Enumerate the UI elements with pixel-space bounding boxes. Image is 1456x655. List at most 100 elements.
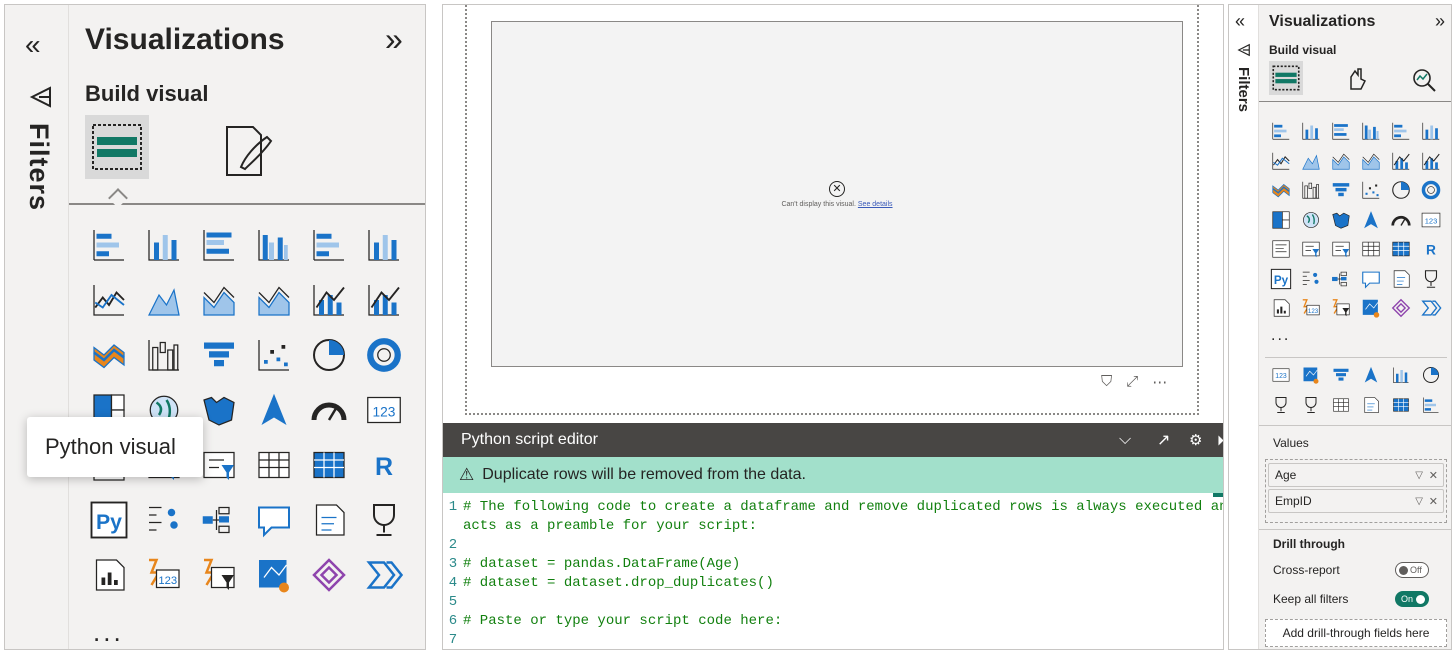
donut-chart-icon[interactable]: [362, 333, 406, 377]
format-visual-icon-small[interactable]: [1345, 67, 1369, 91]
decomposition-tree-icon[interactable]: [1329, 267, 1353, 291]
stacked-bar-chart-icon[interactable]: [1269, 119, 1293, 143]
goals-metrics-icon[interactable]: [362, 498, 406, 542]
power-automate-icon[interactable]: [307, 553, 351, 597]
more-visuals-small[interactable]: ...: [1271, 327, 1290, 345]
chevron-down-icon[interactable]: ▽: [1415, 496, 1423, 507]
run-script-icon[interactable]: ⏵: [1217, 432, 1223, 449]
cross-report-toggle[interactable]: Off: [1395, 562, 1429, 578]
pie-chart-icon[interactable]: [1389, 178, 1413, 202]
clustered-bar-chart-icon[interactable]: [197, 223, 241, 267]
stacked-column-chart-icon[interactable]: [142, 223, 186, 267]
treemap-icon[interactable]: [1269, 208, 1293, 232]
100-stacked-column-chart-icon[interactable]: [362, 223, 406, 267]
visual-filter-icon[interactable]: ⛉: [1101, 373, 1112, 391]
key-influencers-icon[interactable]: [142, 498, 186, 542]
custom-chart-a-icon[interactable]: [1419, 363, 1443, 387]
slicer-icon[interactable]: [1299, 237, 1323, 261]
close-warning-icon[interactable]: ✕: [1221, 465, 1223, 486]
tornado-chart-icon[interactable]: [1359, 363, 1383, 387]
100-stacked-column-chart-icon[interactable]: [1419, 119, 1443, 143]
azure-map-icon[interactable]: [1359, 208, 1383, 232]
remove-field-icon[interactable]: ✕: [1429, 495, 1438, 508]
card-icon[interactable]: 123: [362, 388, 406, 432]
calendar-heatmap-icon[interactable]: [1389, 393, 1413, 417]
code-line[interactable]: 3 # dataset = pandas.DataFrame(Age): [443, 556, 740, 575]
r-script-visual-icon[interactable]: R: [362, 443, 406, 487]
kpi-icon[interactable]: [1269, 237, 1293, 261]
100-stacked-bar-chart-icon[interactable]: [307, 223, 351, 267]
python-visual-placeholder[interactable]: ✕ Can't display this visual. See details: [491, 21, 1183, 367]
filters-pane-collapsed-small[interactable]: « Filters: [1229, 5, 1259, 649]
power-card-icon[interactable]: 123: [142, 553, 186, 597]
stacked-area-chart-icon[interactable]: [1329, 149, 1353, 173]
qa-visual-icon[interactable]: [252, 498, 296, 542]
power-automate-icon[interactable]: [1389, 296, 1413, 320]
100-stacked-area-chart-icon[interactable]: [1359, 149, 1383, 173]
goals-metrics-icon[interactable]: [1419, 267, 1443, 291]
gauge-icon[interactable]: [1389, 208, 1413, 232]
stacked-bar-chart-icon[interactable]: [87, 223, 131, 267]
gantt-chart-icon[interactable]: [1329, 363, 1353, 387]
line-stacked-column-chart-icon[interactable]: [1389, 149, 1413, 173]
editor-scroll-indicator[interactable]: [1213, 493, 1223, 497]
multi-row-slicer-icon[interactable]: [197, 443, 241, 487]
ribbon-chart-icon[interactable]: [87, 333, 131, 377]
filled-map-icon[interactable]: [197, 388, 241, 432]
more-options-icon[interactable]: ⋯: [1152, 373, 1167, 391]
power-slicer-icon[interactable]: [1329, 296, 1353, 320]
format-visual-tab[interactable]: [219, 123, 275, 179]
line-stacked-column-chart-icon[interactable]: [307, 278, 351, 322]
python-visual-icon[interactable]: Py: [87, 498, 131, 542]
code-editor[interactable]: 1 # The following code to create a datafr…: [443, 495, 1223, 649]
collapse-right-icon[interactable]: »: [385, 21, 403, 58]
table-icon[interactable]: [252, 443, 296, 487]
line-chart-icon[interactable]: [1269, 149, 1293, 173]
clustered-bar-chart-icon[interactable]: [1329, 119, 1353, 143]
pie-chart-icon[interactable]: [307, 333, 351, 377]
qa-visual-icon[interactable]: [1359, 267, 1383, 291]
field-empid[interactable]: EmpID ▽ ✕: [1268, 489, 1444, 513]
key-influencers-icon[interactable]: [1299, 267, 1323, 291]
code-line[interactable]: 1 # The following code to create a datafr…: [443, 499, 1223, 518]
table-icon[interactable]: [1359, 237, 1383, 261]
multi-row-slicer-icon[interactable]: [1329, 237, 1353, 261]
matrix-icon[interactable]: [307, 443, 351, 487]
funnel-chart-icon[interactable]: [1329, 178, 1353, 202]
filled-map-icon[interactable]: [1329, 208, 1353, 232]
code-line[interactable]: 2: [443, 537, 463, 556]
paginated-report-icon[interactable]: [1269, 296, 1293, 320]
add-drill-through-well[interactable]: Add drill-through fields here: [1265, 619, 1447, 647]
collapse-pane-icon[interactable]: »: [1435, 11, 1445, 32]
see-details-link[interactable]: See details: [858, 201, 893, 208]
more-visuals[interactable]: ...: [93, 617, 124, 648]
area-chart-icon[interactable]: [1299, 149, 1323, 173]
word-cloud-icon[interactable]: 123: [1269, 363, 1293, 387]
stacked-column-chart-icon[interactable]: [1299, 119, 1323, 143]
code-line[interactable]: 5: [443, 594, 463, 613]
bullet-chart-icon[interactable]: [1389, 363, 1413, 387]
line-chart-icon[interactable]: [87, 278, 131, 322]
donut-chart-icon[interactable]: [1419, 178, 1443, 202]
r-script-visual-icon[interactable]: R: [1419, 237, 1443, 261]
100-stacked-bar-chart-icon[interactable]: [1389, 119, 1413, 143]
area-chart-icon[interactable]: [142, 278, 186, 322]
power-card-icon[interactable]: 123: [1299, 296, 1323, 320]
map-icon[interactable]: [1299, 208, 1323, 232]
field-age[interactable]: Age ▽ ✕: [1268, 463, 1444, 487]
analytics-icon[interactable]: [1411, 67, 1437, 93]
waterfall-chart-icon[interactable]: [1299, 178, 1323, 202]
expand-left-icon[interactable]: «: [25, 29, 41, 61]
scatter-chart-icon[interactable]: [252, 333, 296, 377]
line-clustered-column-chart-icon[interactable]: [1419, 149, 1443, 173]
funnel-chart-icon[interactable]: [197, 333, 241, 377]
filters-pane-collapsed[interactable]: « Filters: [5, 5, 69, 649]
star-rating-icon[interactable]: [1269, 393, 1293, 417]
decomposition-tree-icon[interactable]: [197, 498, 241, 542]
smart-narrative-icon[interactable]: [1389, 267, 1413, 291]
matrix-icon[interactable]: [1389, 237, 1413, 261]
chord-chart-icon[interactable]: [1299, 363, 1323, 387]
build-visual-tab[interactable]: [85, 115, 149, 179]
chevrons-visual-icon[interactable]: [1419, 296, 1443, 320]
scatter-chart-icon[interactable]: [1359, 178, 1383, 202]
